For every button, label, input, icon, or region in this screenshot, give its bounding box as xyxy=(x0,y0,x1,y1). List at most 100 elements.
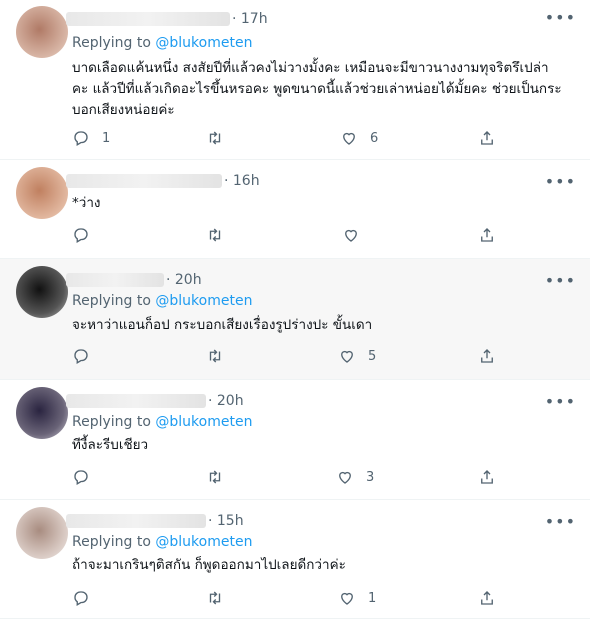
retweet-button[interactable] xyxy=(206,129,236,147)
like-count: 5 xyxy=(368,348,377,364)
author-name[interactable] xyxy=(66,174,222,188)
tweet-header: · 17h xyxy=(66,9,268,29)
tweet-text: ทีงี้ละรีบเชียว xyxy=(72,435,577,456)
reply-button[interactable] xyxy=(72,468,102,486)
tweet-actions: 5 xyxy=(72,347,512,367)
reply-icon xyxy=(74,131,88,146)
tweet-time[interactable]: · 20h xyxy=(208,393,244,409)
tweet-time[interactable]: · 20h xyxy=(166,272,202,288)
tweet-text: บาดเลือดแค้นหนึ่ง สงสัยปีที่แล้วคงไม่วาง… xyxy=(72,58,577,121)
tweet-time[interactable]: · 15h xyxy=(208,513,244,529)
more-icon[interactable]: ••• xyxy=(545,512,576,531)
like-count: 3 xyxy=(366,469,375,485)
share-button[interactable] xyxy=(478,347,496,365)
replying-to: Replying to @blukometen xyxy=(72,534,252,550)
retweet-icon xyxy=(209,228,221,242)
tweet-text: จะหาว่าแอนก็อป กระบอกเสียงเรื่องรูปร่างป… xyxy=(72,315,577,336)
replying-to: Replying to @blukometen xyxy=(72,35,252,51)
like-button[interactable]: 1 xyxy=(338,589,376,607)
more-icon[interactable]: ••• xyxy=(545,392,576,411)
tweet-time[interactable]: · 17h xyxy=(232,11,268,27)
reply-count: 1 xyxy=(102,130,111,146)
retweet-icon xyxy=(209,131,221,145)
share-icon xyxy=(481,349,493,363)
like-count: 6 xyxy=(370,130,379,146)
author-name[interactable] xyxy=(66,273,164,287)
replying-to: Replying to @blukometen xyxy=(72,414,252,430)
replying-to-label: Replying to xyxy=(72,293,151,309)
tweet-text-line: คะ แล้วปีที่แล้วเกิดอะไรขึ้นหรอคะ พูดขนา… xyxy=(72,81,562,97)
retweet-button[interactable] xyxy=(206,468,236,486)
like-count: 1 xyxy=(368,590,377,606)
avatar[interactable] xyxy=(16,387,68,439)
share-button[interactable] xyxy=(478,226,496,244)
share-button[interactable] xyxy=(478,468,496,486)
share-icon xyxy=(481,228,493,242)
avatar[interactable] xyxy=(16,507,68,559)
tweet-header: · 16h xyxy=(66,171,260,191)
more-icon[interactable]: ••• xyxy=(545,172,576,191)
retweet-icon xyxy=(209,470,221,484)
tweet[interactable]: · 20h ••• Replying to @blukometen ทีงี้ล… xyxy=(0,380,590,500)
avatar[interactable] xyxy=(16,266,68,318)
tweet[interactable]: · 17h ••• Replying to @blukometen บาดเลื… xyxy=(0,0,590,160)
tweet-text-line: ทีงี้ละรีบเชียว xyxy=(72,437,149,453)
share-icon xyxy=(481,131,493,145)
like-button[interactable] xyxy=(342,226,372,244)
replying-to-label: Replying to xyxy=(72,534,151,550)
tweet-actions: 3 xyxy=(72,468,512,488)
reply-icon xyxy=(74,470,88,485)
share-icon xyxy=(481,591,493,605)
reply-icon xyxy=(74,349,88,364)
tweet-text-line: บอกเสียงหน่อยค่ะ xyxy=(72,102,175,118)
tweet[interactable]: · 15h ••• Replying to @blukometen ถ้าจะม… xyxy=(0,500,590,619)
heart-icon xyxy=(343,132,355,145)
tweet-text: ถ้าจะมาเกรินๆติสกัน ก็พูดออกมาไปเลยดีกว่… xyxy=(72,555,577,576)
reply-icon xyxy=(74,591,88,606)
retweet-button[interactable] xyxy=(206,589,236,607)
more-icon[interactable]: ••• xyxy=(545,271,576,290)
avatar[interactable] xyxy=(16,6,68,58)
reply-button[interactable] xyxy=(72,589,102,607)
tweet-text-line: ถ้าจะมาเกรินๆติสกัน ก็พูดออกมาไปเลยดีกว่… xyxy=(72,557,346,573)
replying-to-handle[interactable]: @blukometen xyxy=(155,534,252,550)
replying-to-handle[interactable]: @blukometen xyxy=(155,293,252,309)
reply-button[interactable] xyxy=(72,226,102,244)
replying-to-handle[interactable]: @blukometen xyxy=(155,414,252,430)
author-name[interactable] xyxy=(66,394,206,408)
author-name[interactable] xyxy=(66,514,206,528)
tweet-text-line: *ว่าง xyxy=(72,195,101,211)
tweet-actions: 1 6 xyxy=(72,129,512,149)
reply-button[interactable] xyxy=(72,347,102,365)
tweet-actions: 1 xyxy=(72,589,512,609)
heart-icon xyxy=(341,592,353,605)
tweet-header: · 20h xyxy=(66,270,202,290)
avatar[interactable] xyxy=(16,167,68,219)
reply-button[interactable]: 1 xyxy=(72,129,110,147)
like-button[interactable]: 6 xyxy=(340,129,378,147)
reply-icon xyxy=(74,228,88,243)
tweet-header: · 15h xyxy=(66,511,244,531)
share-button[interactable] xyxy=(478,129,496,147)
tweet[interactable]: · 16h ••• *ว่าง xyxy=(0,160,590,259)
retweet-button[interactable] xyxy=(206,347,236,365)
more-icon[interactable]: ••• xyxy=(545,8,576,27)
retweet-icon xyxy=(209,591,221,605)
heart-icon xyxy=(339,471,351,484)
tweet-text: *ว่าง xyxy=(72,193,577,214)
tweet-header: · 20h xyxy=(66,391,244,411)
like-button[interactable]: 5 xyxy=(338,347,376,365)
tweet[interactable]: · 20h ••• Replying to @blukometen จะหาว่… xyxy=(0,259,590,380)
replying-to-label: Replying to xyxy=(72,35,151,51)
author-name[interactable] xyxy=(66,12,230,26)
tweet-text-line: บาดเลือดแค้นหนึ่ง สงสัยปีที่แล้วคงไม่วาง… xyxy=(72,60,549,76)
retweet-icon xyxy=(209,349,221,363)
like-button[interactable]: 3 xyxy=(336,468,374,486)
retweet-button[interactable] xyxy=(206,226,236,244)
replying-to-handle[interactable]: @blukometen xyxy=(155,35,252,51)
tweet-time[interactable]: · 16h xyxy=(224,173,260,189)
tweet-text-line: จะหาว่าแอนก็อป กระบอกเสียงเรื่องรูปร่างป… xyxy=(72,317,373,333)
share-button[interactable] xyxy=(478,589,496,607)
heart-icon xyxy=(341,350,353,363)
share-icon xyxy=(481,470,493,484)
